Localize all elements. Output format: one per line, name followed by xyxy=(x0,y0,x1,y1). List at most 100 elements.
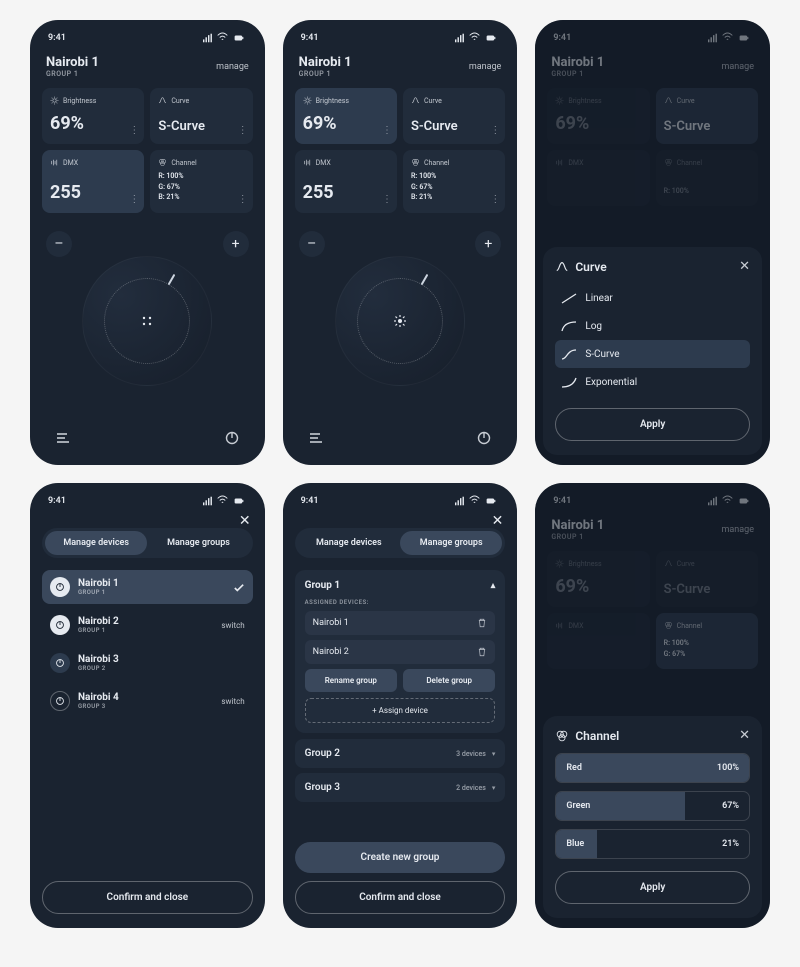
tile-brightness[interactable]: Brightness 69% xyxy=(547,551,649,607)
manage-link[interactable]: manage xyxy=(216,62,248,72)
power-icon[interactable] xyxy=(50,653,70,673)
tab-manage-groups[interactable]: Manage groups xyxy=(147,531,249,555)
group-row-collapsed[interactable]: Group 32 devices▾ xyxy=(295,773,506,802)
apply-button[interactable]: Apply xyxy=(555,871,750,904)
tile-curve[interactable]: Curve S-Curve ⋮ xyxy=(150,88,252,144)
confirm-close-button[interactable]: Confirm and close xyxy=(42,881,253,914)
curve-option-exponential[interactable]: Exponential xyxy=(555,368,750,396)
header: Nairobi 1 GROUP 1 manage xyxy=(547,514,758,551)
tab-manage-devices[interactable]: Manage devices xyxy=(298,531,400,555)
plus-button[interactable]: + xyxy=(223,231,249,257)
channel-slider-green[interactable]: Green67% xyxy=(555,791,750,821)
more-icon[interactable]: ⋮ xyxy=(490,194,499,205)
tile-curve[interactable]: Curve S-Curve xyxy=(656,88,758,144)
device-title: Nairobi 1 xyxy=(551,518,604,533)
apply-button[interactable]: Apply xyxy=(555,408,750,441)
minus-button[interactable]: – xyxy=(46,231,72,257)
manage-link[interactable]: manage xyxy=(469,62,501,72)
menu-button[interactable] xyxy=(303,425,329,451)
signal-icon xyxy=(202,496,214,506)
dmx-icon xyxy=(555,621,564,630)
group-row-collapsed[interactable]: Group 23 devices▾ xyxy=(295,739,506,768)
dial[interactable] xyxy=(82,256,212,386)
power-icon[interactable] xyxy=(50,615,70,635)
curve-option-log[interactable]: Log xyxy=(555,312,750,340)
tile-dmx[interactable]: DMX xyxy=(547,150,649,206)
device-list: Nairobi 1GROUP 1 Nairobi 2GROUP 1 switch… xyxy=(42,570,253,881)
assign-device-button[interactable]: + Assign device xyxy=(305,698,496,723)
close-icon[interactable]: ✕ xyxy=(739,728,750,743)
close-icon[interactable]: ✕ xyxy=(492,513,504,529)
device-row[interactable]: Nairobi 4GROUP 3 switch xyxy=(42,684,253,718)
tile-curve[interactable]: Curve S-Curve xyxy=(656,551,758,607)
more-icon[interactable]: ⋮ xyxy=(382,125,391,136)
device-row[interactable]: Nairobi 1GROUP 1 xyxy=(42,570,253,604)
device-title: Nairobi 1 xyxy=(551,55,604,70)
more-icon[interactable]: ⋮ xyxy=(238,194,247,205)
power-button[interactable] xyxy=(219,425,245,451)
curve-option-scurve[interactable]: S-Curve xyxy=(555,340,750,368)
tile-channel[interactable]: Channel R: 100%G: 67%B: 21% ⋮ xyxy=(150,150,252,213)
log-icon xyxy=(561,320,577,332)
tile-brightness[interactable]: Brightness 69% xyxy=(547,88,649,144)
dmx-value: 255 xyxy=(303,182,389,203)
tile-channel[interactable]: Channel R: 100%G: 67%B: 21% ⋮ xyxy=(403,150,505,213)
manage-link[interactable]: manage xyxy=(722,62,754,72)
linear-icon xyxy=(561,292,577,304)
trash-icon[interactable] xyxy=(477,647,487,657)
manage-link[interactable]: manage xyxy=(722,525,754,535)
power-button[interactable] xyxy=(471,425,497,451)
wifi-icon xyxy=(217,495,228,506)
channel-slider-red[interactable]: Red100% xyxy=(555,753,750,783)
curve-icon xyxy=(664,559,673,568)
more-icon[interactable]: ⋮ xyxy=(129,125,138,136)
device-group: GROUP 1 xyxy=(551,70,604,78)
dial[interactable] xyxy=(335,256,465,386)
device-row[interactable]: Nairobi 2GROUP 1 switch xyxy=(42,608,253,642)
confirm-close-button[interactable]: Confirm and close xyxy=(295,881,506,914)
group-header[interactable]: Group 1▴ xyxy=(305,580,496,591)
wifi-icon xyxy=(217,32,228,43)
screen-dashboard-brightness: 9:41 Nairobi 1 GROUP 1 manage Brightness… xyxy=(283,20,518,465)
exponential-icon xyxy=(561,376,577,388)
curve-option-linear[interactable]: Linear xyxy=(555,284,750,312)
close-icon[interactable]: ✕ xyxy=(739,259,750,274)
switch-link[interactable]: switch xyxy=(221,697,244,706)
battery-icon xyxy=(231,33,247,43)
more-icon[interactable]: ⋮ xyxy=(238,125,247,136)
tab-manage-devices[interactable]: Manage devices xyxy=(45,531,147,555)
power-icon[interactable] xyxy=(50,577,70,597)
curve-icon xyxy=(158,96,167,105)
assigned-devices-label: ASSIGNED DEVICES: xyxy=(305,599,496,606)
power-icon[interactable] xyxy=(50,691,70,711)
device-row[interactable]: Nairobi 3GROUP 2 xyxy=(42,646,253,680)
tile-curve[interactable]: Curve S-Curve ⋮ xyxy=(403,88,505,144)
delete-group-button[interactable]: Delete group xyxy=(403,669,495,692)
more-icon[interactable]: ⋮ xyxy=(382,194,391,205)
more-icon[interactable]: ⋮ xyxy=(490,125,499,136)
minus-button[interactable]: – xyxy=(299,231,325,257)
tile-channel[interactable]: Channel R: 100%G: 67% xyxy=(656,613,758,669)
tile-channel[interactable]: Channel R: 100% xyxy=(656,150,758,206)
tile-dmx[interactable]: DMX 255 ⋮ xyxy=(295,150,397,213)
tile-brightness[interactable]: Brightness 69% ⋮ xyxy=(42,88,144,144)
channel-slider-blue[interactable]: Blue21% xyxy=(555,829,750,859)
trash-icon[interactable] xyxy=(477,618,487,628)
brightness-icon xyxy=(303,96,312,105)
tab-manage-groups[interactable]: Manage groups xyxy=(400,531,502,555)
status-bar: 9:41 xyxy=(42,30,253,51)
more-icon[interactable]: ⋮ xyxy=(129,194,138,205)
scurve-icon xyxy=(561,348,577,360)
menu-button[interactable] xyxy=(50,425,76,451)
tile-dmx[interactable]: DMX xyxy=(547,613,649,669)
rename-group-button[interactable]: Rename group xyxy=(305,669,397,692)
screen-manage-devices: 9:41 ✕ Manage devices Manage groups Nair… xyxy=(30,483,265,928)
close-icon[interactable]: ✕ xyxy=(239,513,251,529)
create-group-button[interactable]: Create new group xyxy=(295,842,506,873)
switch-link[interactable]: switch xyxy=(221,621,244,630)
header: Nairobi 1 GROUP 1 manage xyxy=(547,51,758,88)
tile-brightness[interactable]: Brightness 69% ⋮ xyxy=(295,88,397,144)
curve-sheet: Curve ✕ Linear Log S-Curve Exponential A… xyxy=(543,247,762,455)
tile-dmx[interactable]: DMX 255 ⋮ xyxy=(42,150,144,213)
plus-button[interactable]: + xyxy=(475,231,501,257)
